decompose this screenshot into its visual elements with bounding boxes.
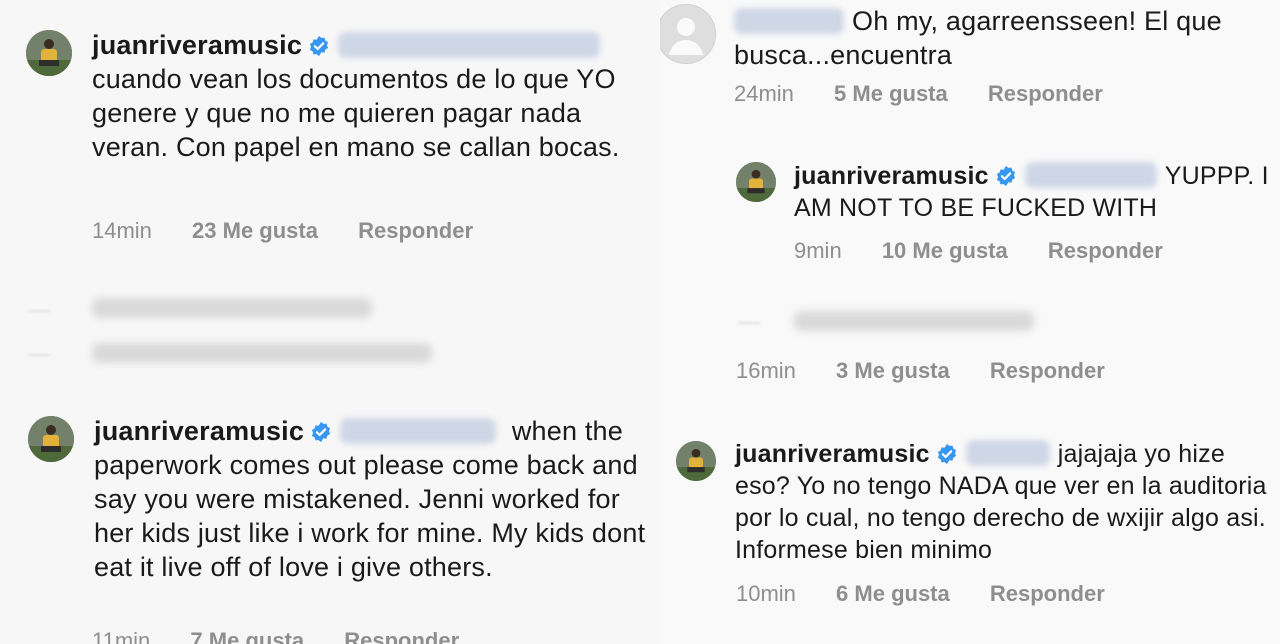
comment-likes[interactable]: 6 Me gusta [836, 581, 950, 606]
comment: juanriveramusic YUPPP. I AM NOT TO BE FUC… [794, 160, 1278, 224]
comment-body: Oh my, agarreensseen! El que busca...enc… [734, 4, 1274, 72]
comment-body: juanriveramusic when the paperwork comes… [94, 414, 654, 584]
comment-text: cuando vean los documentos de lo que YO … [92, 64, 620, 162]
comment-time: 14min [92, 218, 152, 243]
user-avatar[interactable] [28, 416, 74, 462]
comment-body: juanriveramusic cuando vean los document… [92, 28, 652, 164]
reply-button[interactable]: Responder [990, 358, 1105, 383]
comment-likes[interactable]: 3 Me gusta [836, 358, 950, 383]
verified-badge-icon [312, 421, 331, 443]
view-more-replies-redacted[interactable] [92, 298, 372, 318]
verified-badge-icon [310, 35, 329, 57]
default-avatar-icon[interactable] [660, 4, 716, 64]
right-comments-panel: Oh my, agarreensseen! El que busca...enc… [660, 0, 1280, 644]
mention-redacted [1024, 162, 1157, 188]
replies-divider [738, 322, 760, 324]
avatar-photo [28, 416, 74, 462]
default-avatar-icon [660, 5, 715, 63]
comment-meta: 14min 23 Me gusta Responder [92, 218, 507, 244]
user-avatar[interactable] [26, 30, 72, 76]
comment-meta: 9min 10 Me gusta Responder [794, 238, 1197, 264]
comment-time: 16min [736, 358, 796, 383]
comment-username[interactable]: juanriveramusic [794, 162, 989, 190]
user-avatar[interactable] [736, 162, 776, 202]
comment: Oh my, agarreensseen! El que busca...enc… [734, 4, 1274, 72]
user-avatar[interactable] [676, 441, 716, 481]
mention-redacted [965, 440, 1050, 466]
comment-body: juanriveramusic jajajaja yo hize eso? Yo … [735, 438, 1275, 566]
comment-likes[interactable]: 5 Me gusta [834, 81, 948, 106]
comment-likes[interactable]: 7 Me gusta [190, 628, 304, 644]
replies-divider [28, 310, 50, 312]
comment-time: 24min [734, 81, 794, 106]
view-replies-redacted[interactable] [794, 311, 1034, 331]
view-previous-replies-redacted[interactable] [92, 343, 432, 363]
verified-badge-icon [996, 165, 1015, 187]
comment: juanriveramusic when the paperwork comes… [94, 414, 654, 584]
mention-redacted [340, 418, 497, 444]
comment-likes[interactable]: 23 Me gusta [192, 218, 318, 243]
avatar-photo [26, 30, 72, 76]
comment-body: juanriveramusic YUPPP. I AM NOT TO BE FUC… [794, 160, 1278, 224]
comment-meta: 24min 5 Me gusta Responder [734, 81, 1137, 107]
comment-username[interactable]: juanriveramusic [735, 440, 930, 468]
comment-time: 9min [794, 238, 842, 263]
verified-badge-icon [937, 443, 956, 465]
reply-button[interactable]: Responder [358, 218, 473, 243]
reply-button[interactable]: Responder [344, 628, 459, 644]
reply-button[interactable]: Responder [990, 581, 1105, 606]
comment-username[interactable]: juanriveramusic [94, 416, 304, 446]
comment: juanriveramusic jajajaja yo hize eso? Yo … [735, 438, 1275, 566]
reply-button[interactable]: Responder [988, 81, 1103, 106]
replies-divider [28, 354, 50, 356]
comment: juanriveramusic cuando vean los document… [92, 28, 652, 164]
avatar-photo [676, 441, 716, 481]
reply-button[interactable]: Responder [1048, 238, 1163, 263]
comment-meta: 16min 3 Me gusta Responder [736, 358, 1139, 384]
mention-redacted [338, 32, 601, 58]
username-redacted[interactable] [734, 8, 844, 34]
avatar-photo [736, 162, 776, 202]
comment-meta: 10min 6 Me gusta Responder [736, 581, 1139, 607]
comment-time: 10min [736, 581, 796, 606]
comment-meta: 11min 7 Me gusta Responder [92, 628, 493, 644]
comment-username[interactable]: juanriveramusic [92, 30, 302, 60]
left-comments-panel: juanriveramusic cuando vean los document… [0, 0, 660, 644]
comment-likes[interactable]: 10 Me gusta [882, 238, 1008, 263]
comment-time: 11min [92, 628, 151, 644]
